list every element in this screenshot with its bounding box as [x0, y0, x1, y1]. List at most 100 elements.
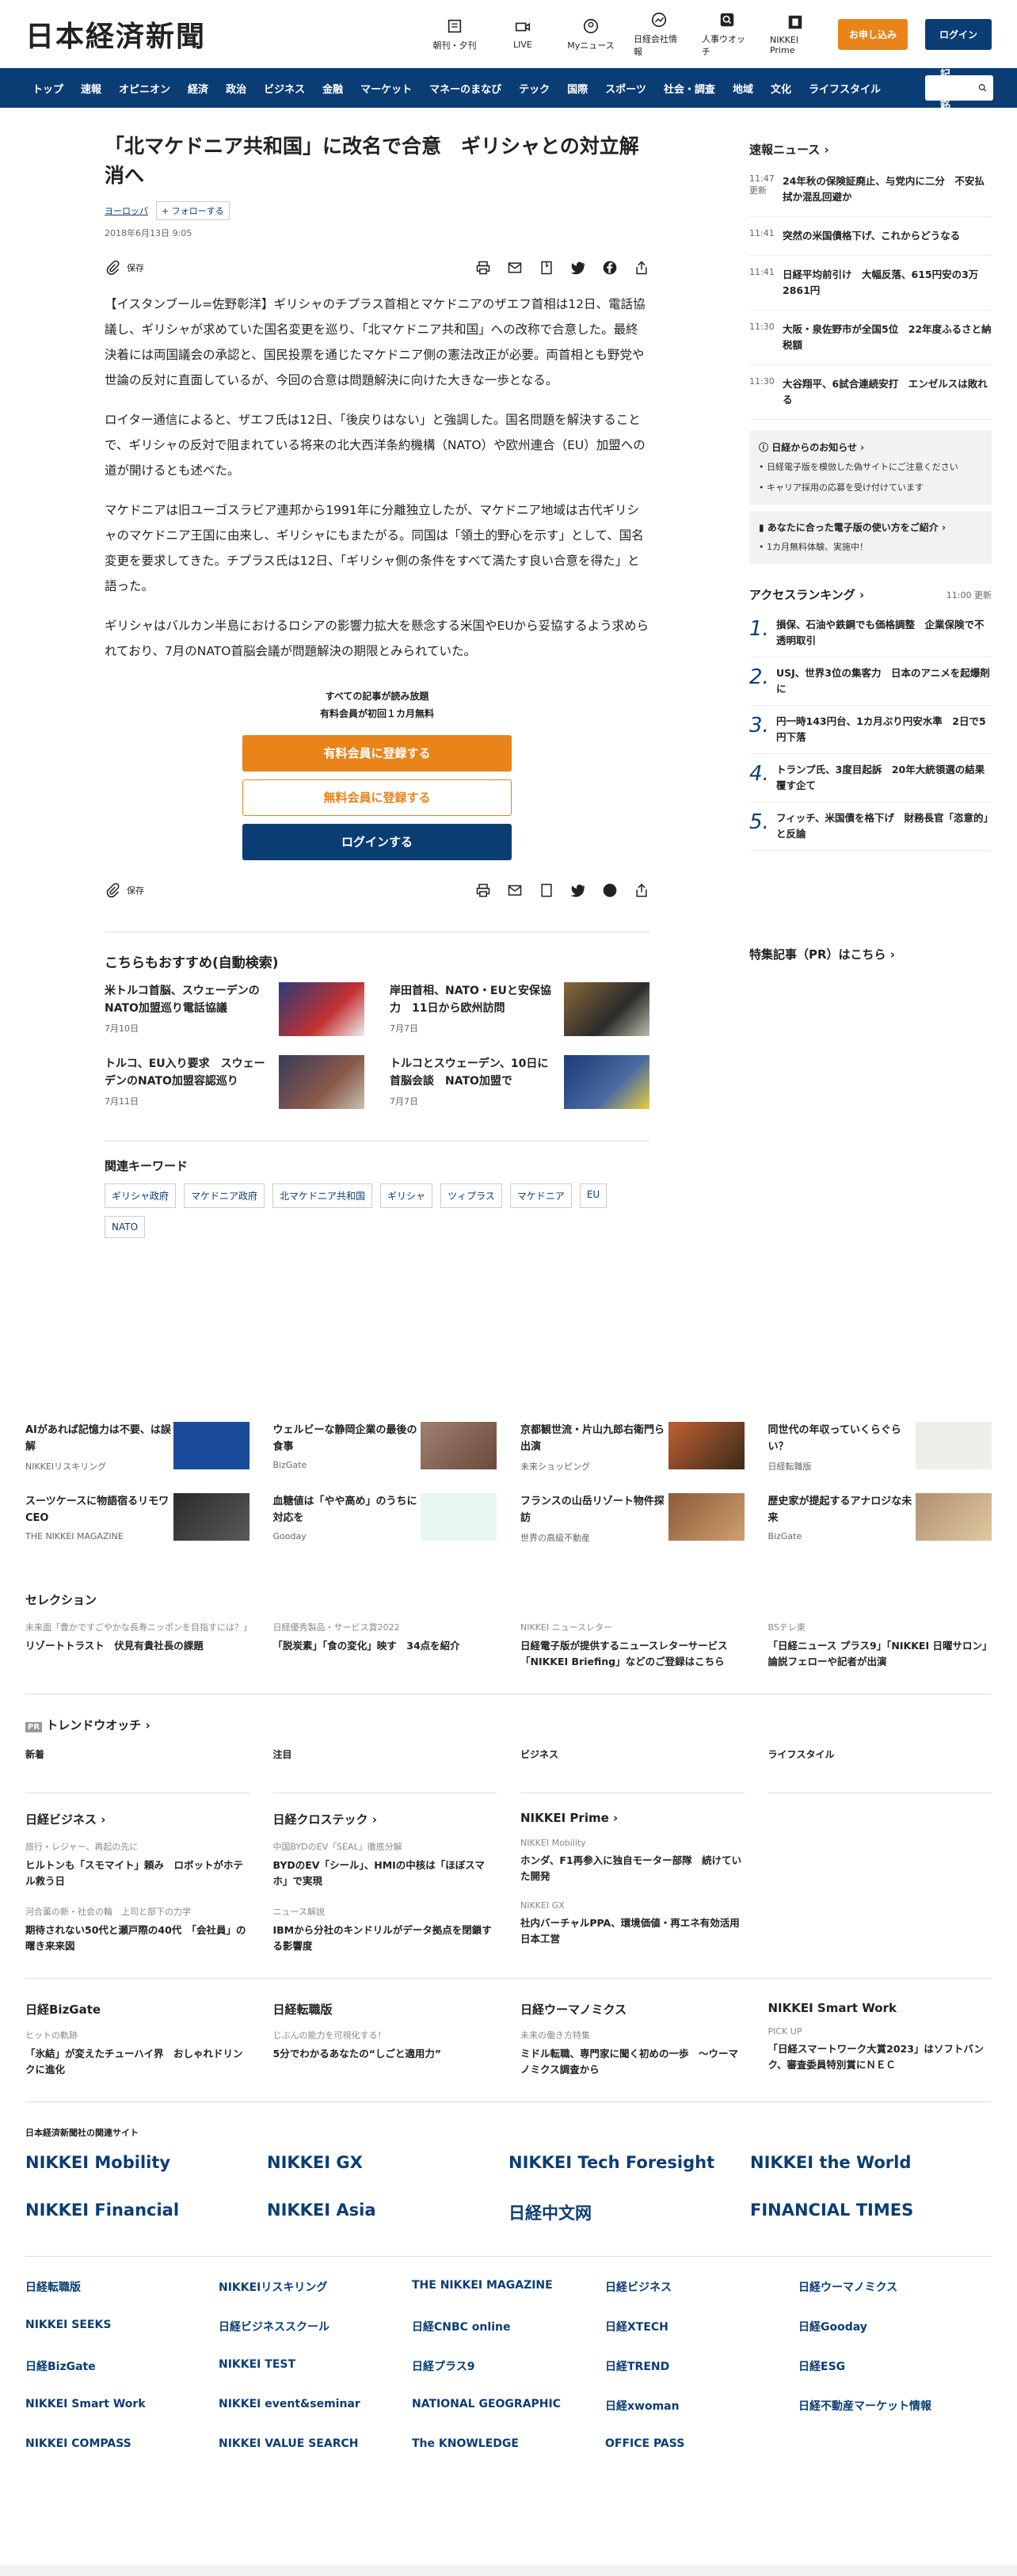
brand-link[interactable]: THE NIKKEI MAGAZINE: [412, 2279, 605, 2295]
selection-item[interactable]: 日経優秀製品・サービス賞2022 「脱炭素」「食の変化」映す 34点を紹介: [273, 1621, 497, 1670]
nav-item[interactable]: マーケット: [352, 81, 421, 96]
print-icon[interactable]: [475, 260, 491, 276]
ranking-title[interactable]: アクセスランキング ›: [749, 586, 864, 603]
brand-link[interactable]: NIKKEI TEST: [219, 2358, 412, 2374]
brand-link[interactable]: 日経ビジネス: [605, 2279, 798, 2295]
ranking-item[interactable]: 4. トランプ氏、3度目起訴 20年大統領選の結果覆す企て: [749, 754, 992, 802]
follow-button[interactable]: + フォローする: [156, 201, 230, 220]
brand-link[interactable]: 日経TREND: [605, 2358, 798, 2374]
group2-item[interactable]: NIKKEI Smart Work PICK UP 「日経スマートワーク大賞2023…: [768, 2001, 992, 2078]
header-item-live[interactable]: LIVE: [497, 18, 548, 50]
group2-item[interactable]: 日経ウーマノミクス 未来の働き方特集 ミドル転職、専門家に聞く初めの一歩 ～ウーマノ…: [520, 2001, 745, 2078]
brand-link[interactable]: 日経BizGate: [25, 2358, 219, 2374]
brand-link[interactable]: 日経不動産マーケット情報: [798, 2398, 992, 2414]
trend-tab[interactable]: ライフスタイル: [768, 1747, 992, 1793]
group2-item[interactable]: 日経転職版 じぶんの能力を可視化する！ 5分でわかるあなたの“しごと適用力”: [273, 2001, 497, 2078]
nav-item[interactable]: スポーツ: [596, 81, 655, 96]
paywall-login-button[interactable]: ログインする: [242, 824, 512, 860]
ranking-item[interactable]: 2. USJ、世界3位の集客力 日本のアニメを起爆剤に: [749, 657, 992, 706]
brand-link[interactable]: 日経ウーマノミクス: [798, 2279, 992, 2295]
brand-link[interactable]: NIKKEI Mobility: [25, 2153, 267, 2172]
nav-item[interactable]: 金融: [314, 81, 352, 96]
nav-item[interactable]: 文化: [762, 81, 800, 96]
save-button[interactable]: 保存: [105, 882, 144, 898]
trend-tab[interactable]: ビジネス: [520, 1747, 745, 1793]
nav-item[interactable]: ビジネス: [255, 81, 314, 96]
howto-title[interactable]: ▮ あなたに合った電子版の使い方をご紹介 ›: [759, 520, 982, 534]
group-item[interactable]: 中国BYDのEV「SEAL」徹底分解 BYDのEV「シール」、HMIの中核は「ほぼ…: [273, 1840, 497, 1889]
brand-link[interactable]: OFFICE PASS: [605, 2437, 798, 2450]
brand-link[interactable]: NIKKEIリスキリング: [219, 2279, 412, 2295]
brand-link[interactable]: NIKKEI SEEKS: [25, 2319, 219, 2334]
nav-item[interactable]: 社会・調査: [655, 81, 724, 96]
recommend-item[interactable]: 岸田首相、NATO・EUと安保協力 11日から欧州訪問 7月7日: [390, 982, 649, 1036]
brand-link[interactable]: 日経中文网: [508, 2201, 750, 2224]
ad-item[interactable]: 歴史家が提起するアナロジな未来 BizGate: [768, 1493, 992, 1544]
keyword-tag[interactable]: EU: [579, 1183, 608, 1208]
brand-link[interactable]: 日経XTECH: [605, 2319, 798, 2334]
selection-item[interactable]: NIKKEI ニュースレター 日経電子版が提供するニュースレターサービス「NIKK…: [520, 1621, 745, 1670]
free-signup-button[interactable]: 無料会員に登録する: [242, 779, 512, 816]
header-item-prime[interactable]: NIKKEI Prime: [770, 13, 821, 55]
nikkei-logo[interactable]: 日本経済新聞: [25, 13, 206, 55]
news-item[interactable]: 11:30 大谷翔平、6試合連続安打 エンゼルスは敗れる: [749, 365, 992, 420]
ad-item[interactable]: 同世代の年収っていくらぐらい？ 日経転職版: [768, 1422, 992, 1473]
note-icon[interactable]: [539, 260, 554, 276]
search-input[interactable]: 記事・銘: [925, 69, 993, 111]
header-item-jinji[interactable]: 人事ウオッチ: [702, 11, 752, 58]
twitter-icon[interactable]: [570, 882, 586, 898]
ad-item[interactable]: 京都観世流・片山九郎右衛門ら出演 未来ショッピング: [520, 1422, 745, 1473]
mail-icon[interactable]: [507, 260, 523, 276]
nav-item[interactable]: 国際: [558, 81, 596, 96]
brand-link[interactable]: NATIONAL GEOGRAPHIC: [412, 2398, 605, 2414]
selection-item[interactable]: BSテレ東 「日経ニュース プラス9」「NIKKEI 日曜サロン」論説フェローや記…: [768, 1621, 992, 1670]
brand-link[interactable]: 日経CNBC online: [412, 2319, 605, 2334]
trend-tab[interactable]: 新着: [25, 1747, 249, 1793]
group-item[interactable]: 旅行・レジャー、再起の先に ヒルトンも「スモマイト」頼み ロボットがホテル救う日: [25, 1840, 249, 1889]
notice-item[interactable]: • キャリア採用の応募を受け付けています: [759, 481, 982, 495]
keyword-tag[interactable]: ギリシャ政府: [105, 1183, 177, 1208]
howto-item[interactable]: • 1カ月無料体験、実施中！: [759, 540, 982, 554]
brand-link[interactable]: 日経転職版: [25, 2279, 219, 2295]
nav-item[interactable]: ライフスタイル: [800, 81, 889, 96]
ad-item[interactable]: 血糖値は「やや高め」のうちに対応を Gooday: [273, 1493, 497, 1544]
ad-item[interactable]: AIがあれば記憶力は不要、は誤解 NIKKEIリスキリング: [25, 1422, 249, 1473]
nav-item[interactable]: 経済: [179, 81, 217, 96]
brand-link[interactable]: NIKKEI Asia: [267, 2201, 508, 2224]
brand-link[interactable]: 日経Gooday: [798, 2319, 992, 2334]
brand-link[interactable]: 日経xwoman: [605, 2398, 798, 2414]
brand-link[interactable]: NIKKEI GX: [267, 2153, 508, 2172]
login-button[interactable]: ログイン: [924, 18, 992, 50]
brand-link[interactable]: 日経ビジネススクール: [219, 2319, 412, 2334]
keyword-tag[interactable]: マケドニア政府: [184, 1183, 265, 1208]
pr-link[interactable]: 特集記事（PR）はこちら ›: [749, 946, 992, 962]
brand-link[interactable]: 日経ESG: [798, 2358, 992, 2374]
keyword-tag[interactable]: ギリシャ: [380, 1183, 433, 1208]
header-item-newspaper[interactable]: 朝刊・夕刊: [429, 17, 480, 51]
ad-item[interactable]: フランスの山岳リゾート物件探訪 世界の高級不動産: [520, 1493, 745, 1544]
twitter-icon[interactable]: [570, 260, 586, 276]
breaking-news-title[interactable]: 速報ニュース ›: [749, 141, 992, 158]
news-item[interactable]: 11:41 日経平均前引け 大幅反落、615円安の3万2861円: [749, 256, 992, 311]
keyword-tag[interactable]: ツィプラス: [440, 1183, 502, 1208]
save-button[interactable]: 保存: [105, 260, 144, 276]
header-item-company[interactable]: 日経会社情報: [634, 11, 684, 58]
brand-link[interactable]: NIKKEI Tech Foresight: [508, 2153, 750, 2172]
note-icon[interactable]: [539, 882, 554, 898]
recommend-item[interactable]: 米トルコ首脳、スウェーデンのNATO加盟巡り電話協議 7月10日: [105, 982, 364, 1036]
nav-item[interactable]: オピニオン: [110, 81, 179, 96]
selection-item[interactable]: 未来面「豊かですごやかな長寿ニッポンを目指すには？」 リゾートトラスト 伏見有貴社…: [25, 1621, 252, 1670]
brand-link[interactable]: NIKKEI COMPASS: [25, 2437, 219, 2450]
share-icon[interactable]: [634, 882, 649, 898]
print-icon[interactable]: [475, 882, 491, 898]
notice-item[interactable]: • 日経電子版を模倣した偽サイトにご注意ください: [759, 460, 982, 474]
nav-item[interactable]: マネーのまなび: [421, 81, 510, 96]
nav-item[interactable]: トップ: [24, 81, 72, 96]
group-title[interactable]: NIKKEI Prime ›: [520, 1811, 745, 1825]
trend-tab[interactable]: 注目: [272, 1747, 497, 1793]
search-icon[interactable]: [978, 82, 987, 94]
recommend-item[interactable]: トルコ、EU入り要求 スウェーデンのNATO加盟容認巡り 7月11日: [105, 1055, 364, 1109]
facebook-icon[interactable]: [602, 260, 618, 276]
nav-item[interactable]: テック: [510, 81, 558, 96]
group-item[interactable]: NIKKEI GX 社内バーチャルPPA、環境価値・再エネ有効活用 日本工営: [520, 1900, 749, 1947]
